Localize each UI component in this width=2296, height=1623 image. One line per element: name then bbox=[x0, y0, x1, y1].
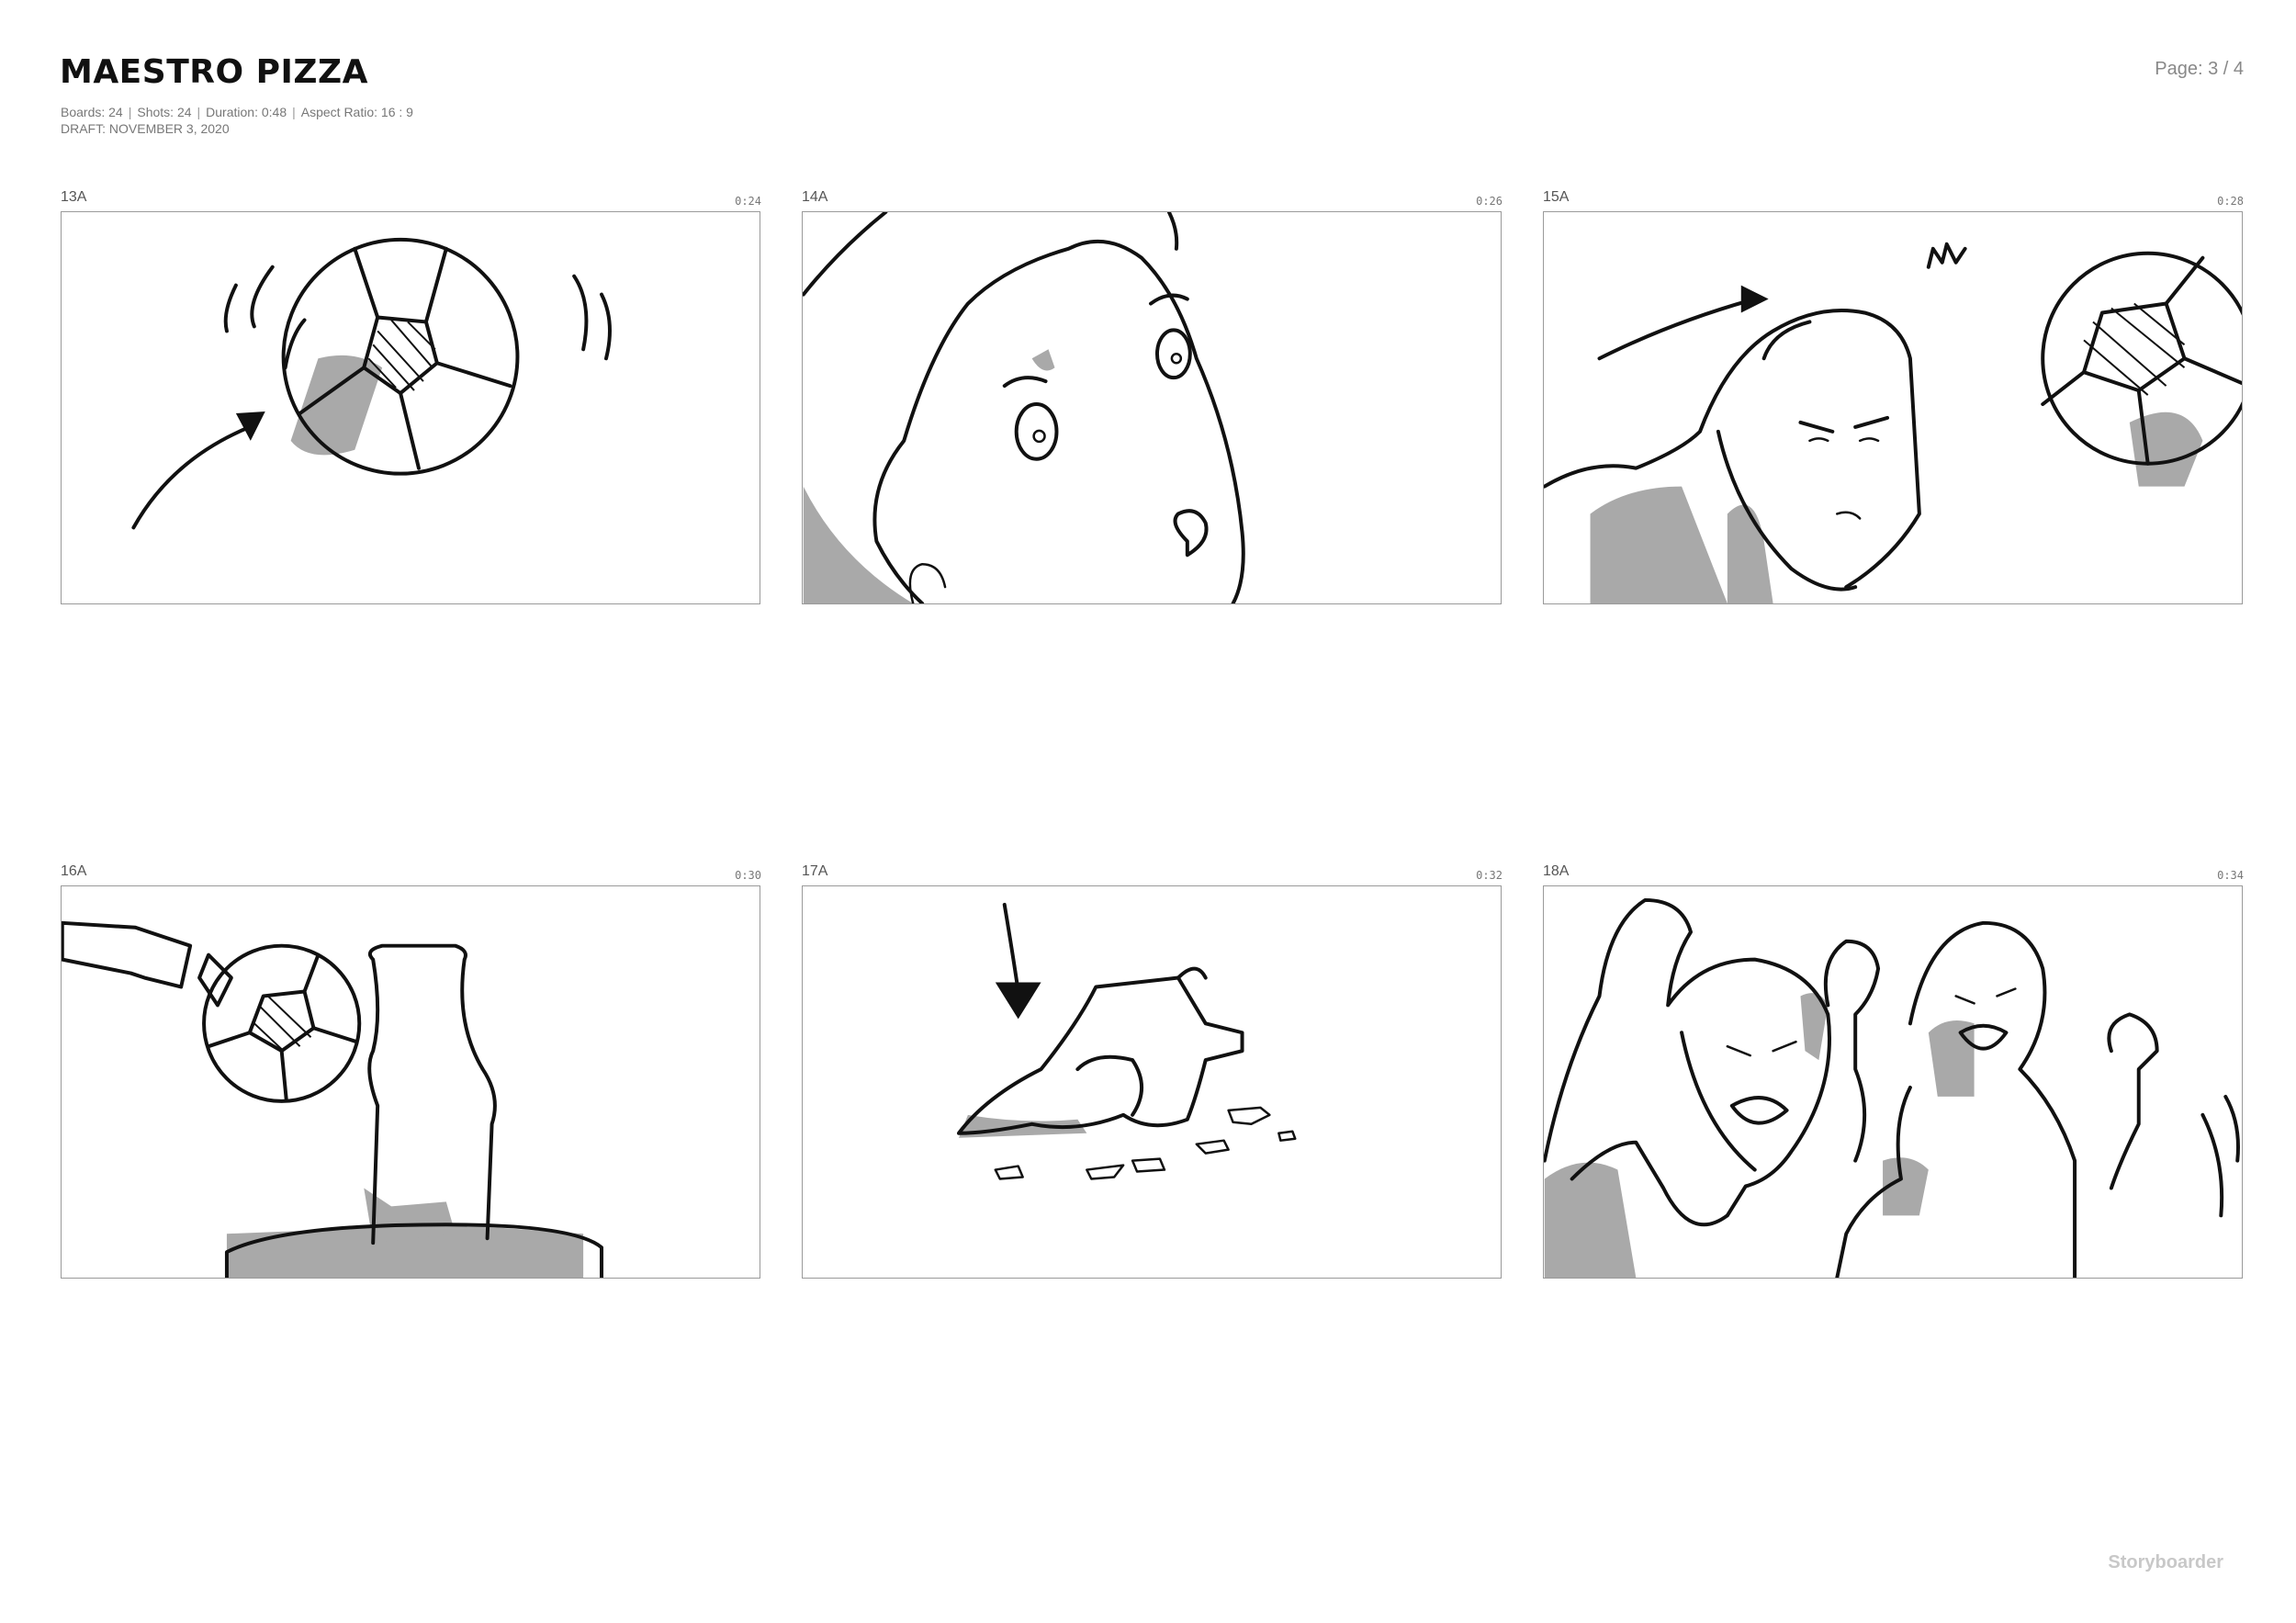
meta-aspect-ratio: Aspect Ratio: 16 : 9 bbox=[300, 105, 413, 119]
meta-boards: Boards: 24 bbox=[61, 105, 123, 119]
board-label: 18A bbox=[1543, 863, 1570, 879]
board-frame-15a[interactable] bbox=[1543, 211, 2243, 604]
board-label: 13A bbox=[61, 189, 87, 205]
board-frame-18a[interactable] bbox=[1543, 885, 2243, 1279]
page-number: Page: 3 / 4 bbox=[2155, 59, 2244, 79]
board-time: 0:30 bbox=[735, 869, 761, 882]
board-frame-16a[interactable] bbox=[61, 885, 760, 1279]
storyboarder-brand: Storyboarder bbox=[2108, 1552, 2223, 1572]
board-time: 0:24 bbox=[735, 195, 761, 208]
board-frame-13a[interactable] bbox=[61, 211, 760, 604]
board-label: 16A bbox=[61, 863, 87, 879]
broken-vase-sketch-icon bbox=[956, 902, 1297, 1180]
board-label: 17A bbox=[802, 863, 828, 879]
meta-shots: Shots: 24 bbox=[137, 105, 192, 119]
board-time: 0:34 bbox=[2217, 869, 2244, 882]
board-label: 15A bbox=[1543, 189, 1570, 205]
meta-duration: Duration: 0:48 bbox=[206, 105, 287, 119]
board-time: 0:26 bbox=[1476, 195, 1503, 208]
cheering-kids-sketch-icon bbox=[1544, 897, 2240, 1278]
header-ball-sketch-icon bbox=[1544, 242, 2242, 603]
board-time: 0:32 bbox=[1476, 869, 1503, 882]
board-frame-14a[interactable] bbox=[802, 211, 1502, 604]
board-frame-17a[interactable] bbox=[802, 885, 1502, 1279]
board-time: 0:28 bbox=[2217, 195, 2244, 208]
meta-draft-date: DRAFT: NOVEMBER 3, 2020 bbox=[61, 121, 230, 136]
document-meta: Boards: 24 | Shots: 24 | Duration: 0:48 | Aspe… bbox=[61, 104, 413, 137]
document-title: MAESTRO PIZZA bbox=[60, 53, 368, 91]
ball-hits-vase-sketch-icon bbox=[62, 920, 604, 1278]
surprised-face-sketch-icon bbox=[803, 212, 1245, 603]
meta-stats: Boards: 24 | Shots: 24 | Duration: 0:48 | Aspe… bbox=[61, 105, 413, 119]
board-label: 14A bbox=[802, 189, 828, 205]
soccer-ball-sketch-icon bbox=[131, 237, 612, 530]
